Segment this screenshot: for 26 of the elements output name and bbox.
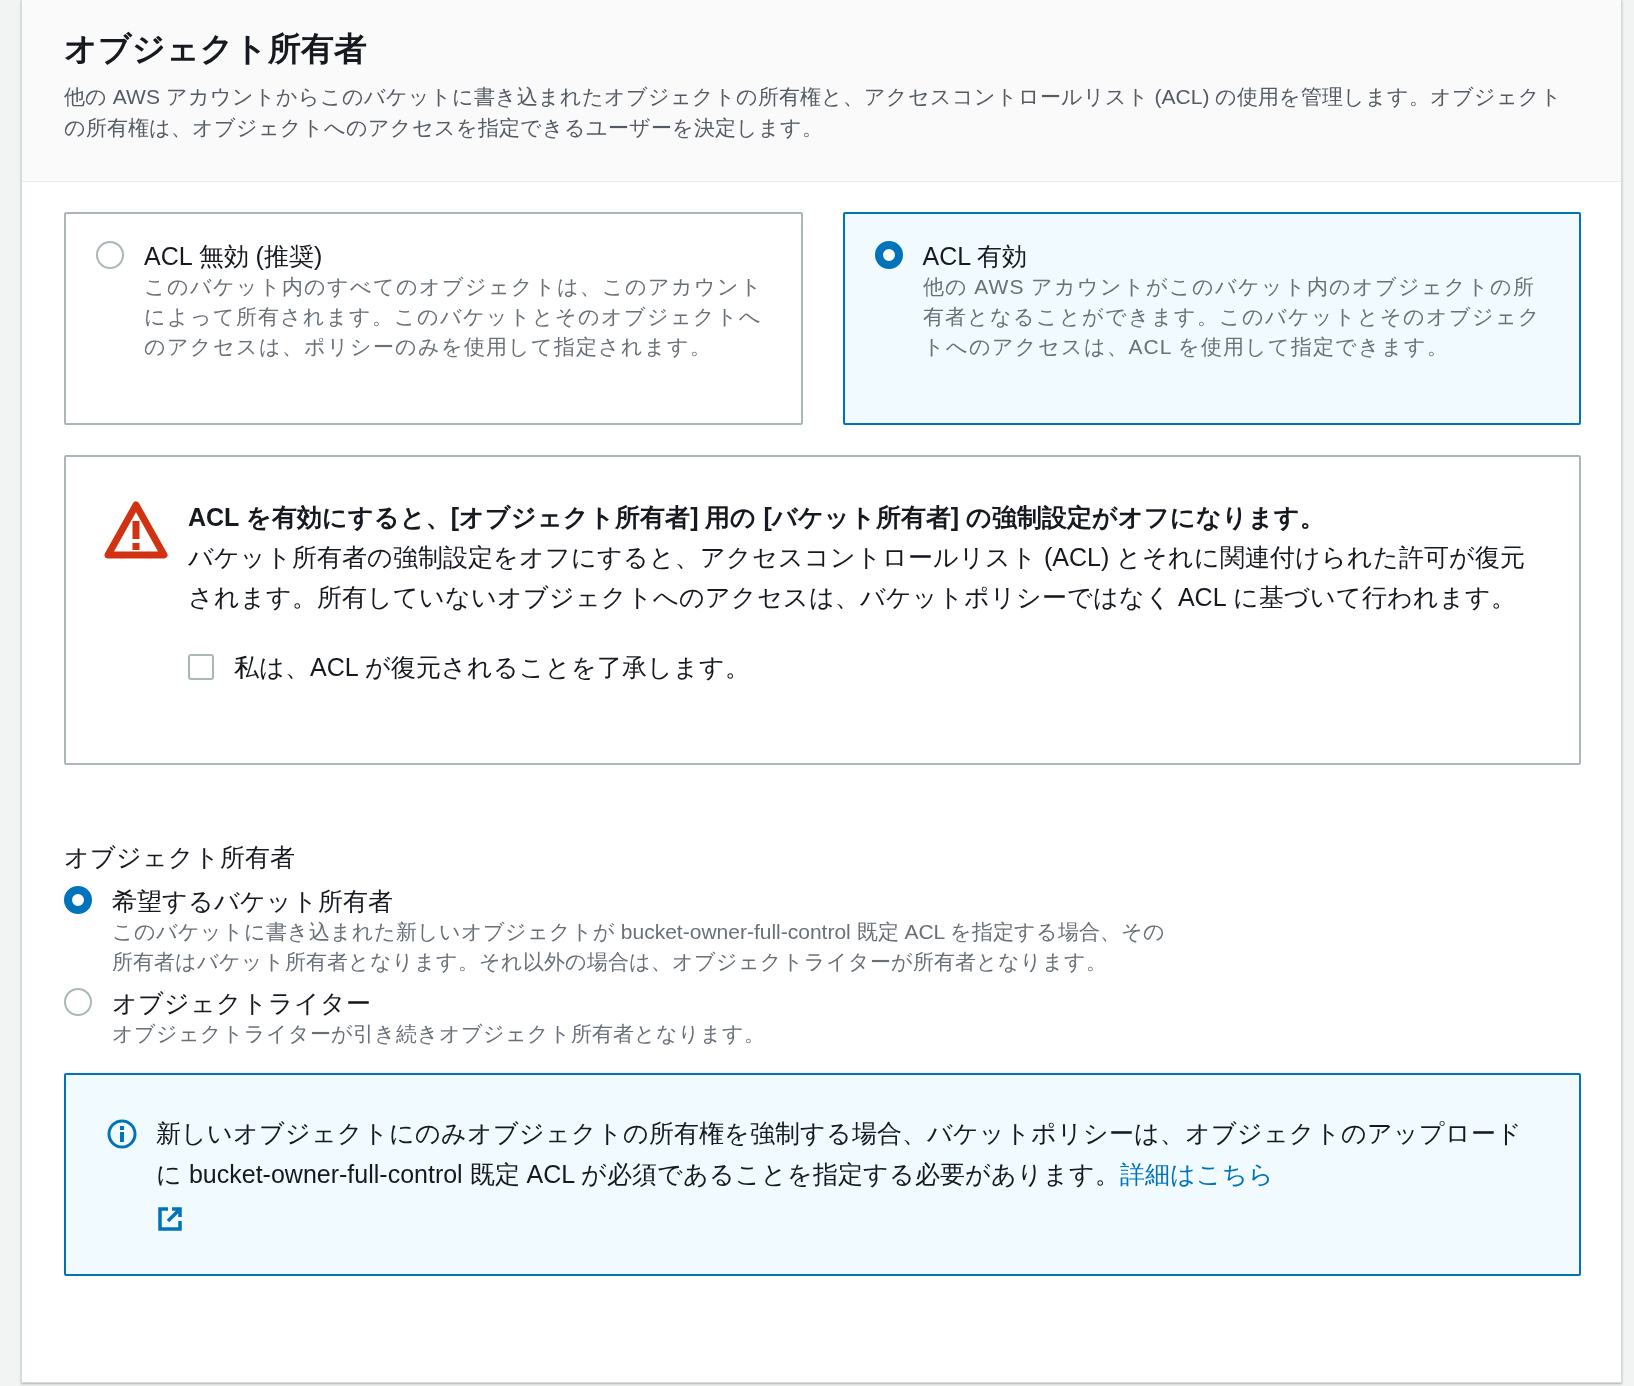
checkbox-label[interactable]: 私は、ACL が復元されることを了承します。 [234, 650, 750, 684]
learn-more-link[interactable]: 詳細はこちら [1120, 1159, 1275, 1188]
section-title: オブジェクト所有者 [64, 29, 368, 69]
option-title: ACL 無効 (推奨) [144, 240, 324, 272]
option-title: ACL 有効 [922, 240, 1029, 272]
option-description: このバケットに書き込まれた新しいオブジェクトが bucket-owner-full-control 既定 ACL を指定する場合、その所有者はバケット所有者となります。それ以外の場合は、オブジェクトライターが所有者となります。 [112, 918, 1167, 975]
radio-button[interactable] [96, 240, 124, 269]
option-description: オブジェクトライターが引き続きオブジェクト所有者となります。 [112, 1020, 766, 1047]
option-description: 他の AWS アカウントがこのバケット内のオブジェクトの所有者となることができます。このバケットとそのオブジェクトへのアクセスは、ACL を使用して指定できます。 [922, 273, 1542, 360]
field-label: オブジェクト所有者 [64, 841, 296, 873]
option-card[interactable]: ACL 有効 他の AWS アカウントがこのバケット内のオブジェクトの所有者となることができます。このバケットとそのオブジェクトへのアクセスは、ACL を使用して指定できます。 [842, 211, 1581, 425]
external-link-icon[interactable] [156, 1205, 184, 1234]
warning-text: バケット所有者の強制設定をオフにすると、アクセスコントロールリスト (ACL) とそれに関連付けられた許可が復元されます。所有していないオブジェクトへのアクセスは、バケットポリシーではなく ACL に基づいて行われます。 [188, 541, 1527, 613]
info-icon [106, 1117, 138, 1150]
radio-button[interactable] [874, 240, 903, 269]
warning-title: ACL を有効にすると、[オブジェクト所有者] 用の [バケット所有者] の強制設定がオフになります。 [188, 501, 1326, 533]
option-title[interactable]: オブジェクトライター [112, 986, 1182, 1019]
option-card[interactable]: ACL 無効 (推奨) このバケット内のすべてのオブジェクトは、このアカウントによって所有されます。このバケットとそのオブジェクトへのアクセスは、ポリシーのみを使用して指定されます。 [64, 211, 803, 425]
option-description: このバケット内のすべてのオブジェクトは、このアカウントによって所有されます。このバケットとそのオブジェクトへのアクセスは、ポリシーのみを使用して指定されます。 [144, 273, 764, 360]
radio-button[interactable] [64, 885, 92, 914]
info-text: 新しいオブジェクトにのみオブジェクトの所有権を強制する場合、バケットポリシーは、オブジェクトのアップロードに bucket-owner-full-control 既定 ACL が必須であることを指定する必要があります。詳細はこちら [156, 1112, 1539, 1274]
section-description: 他の AWS アカウントからこのバケットに書き込まれたオブジェクトの所有権と、アクセスコントロールリスト (ACL) の使用を管理します。オブジェクトの所有権は、オブジェクトへのアクセスを指定できるユーザーを決定します。 [64, 83, 1564, 141]
radio-button[interactable] [64, 987, 92, 1016]
option-title[interactable]: 希望するバケット所有者 [112, 884, 1182, 917]
warning-icon [104, 500, 168, 559]
checkbox[interactable] [188, 654, 214, 681]
